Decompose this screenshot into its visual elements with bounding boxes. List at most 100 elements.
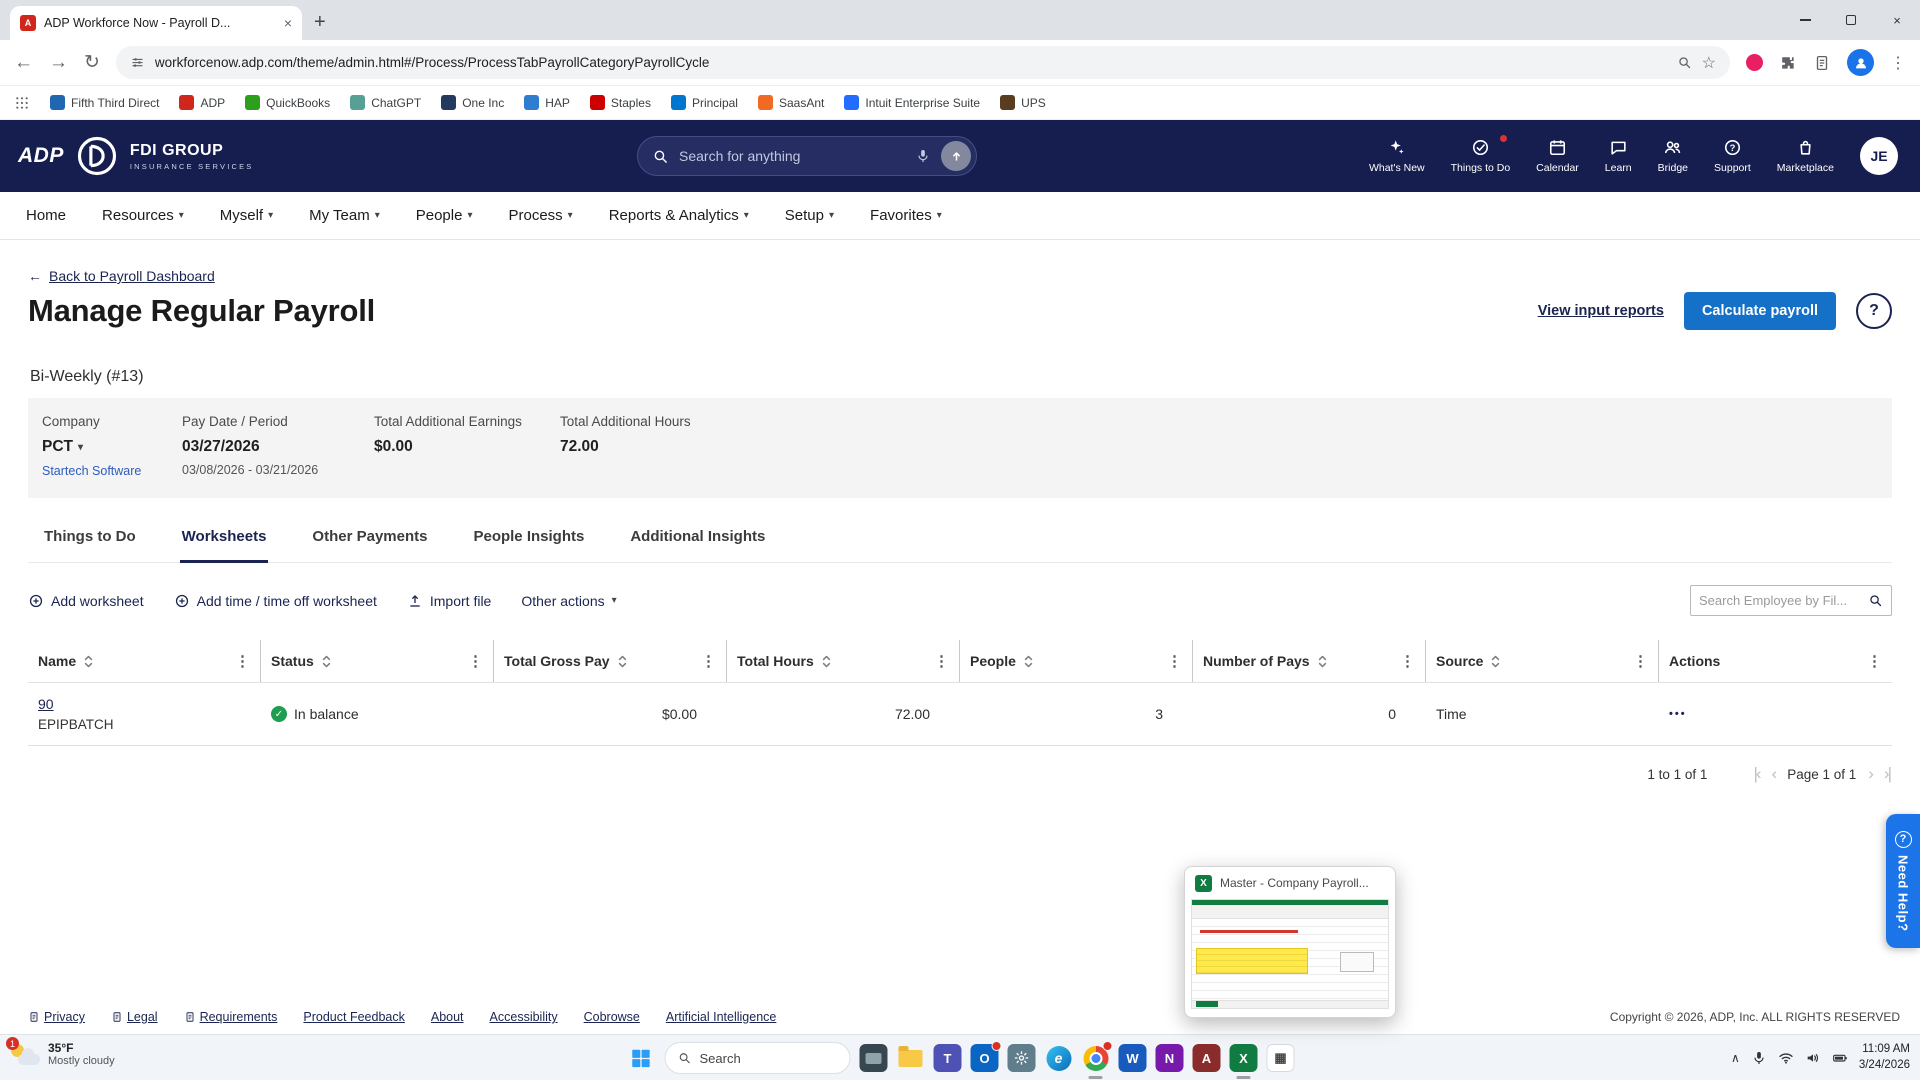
sort-icon[interactable]	[1317, 654, 1328, 669]
column-header-actions[interactable]: Actions⋮	[1659, 640, 1892, 682]
window-close-button[interactable]: ×	[1874, 0, 1920, 40]
chrome-icon[interactable]	[1082, 1044, 1110, 1072]
footer-link-privacy[interactable]: Privacy	[28, 1010, 85, 1024]
excel-preview-popup[interactable]: X Master - Company Payroll...	[1184, 866, 1396, 1018]
column-header-source[interactable]: Source⋮	[1426, 640, 1659, 682]
browser-forward-button[interactable]: →	[49, 52, 68, 74]
sort-icon[interactable]	[1490, 654, 1501, 669]
column-menu-icon[interactable]: ⋮	[1400, 652, 1415, 670]
bookmark-one-inc[interactable]: One Inc	[441, 95, 504, 110]
global-search[interactable]	[637, 136, 977, 176]
calendar-button[interactable]: Calendar	[1536, 138, 1579, 174]
add-time-worksheet-button[interactable]: Add time / time off worksheet	[174, 593, 377, 609]
bookmark-principal[interactable]: Principal	[671, 95, 738, 110]
bookmark-fifth-third-direct[interactable]: Fifth Third Direct	[50, 95, 159, 110]
sort-icon[interactable]	[1023, 654, 1034, 669]
sort-icon[interactable]	[321, 654, 332, 669]
zoom-icon[interactable]	[1677, 55, 1692, 70]
sort-icon[interactable]	[821, 654, 832, 669]
access-icon[interactable]: A	[1193, 1044, 1221, 1072]
teams-icon[interactable]: T	[934, 1044, 962, 1072]
need-help-tab[interactable]: ? Need Help?	[1886, 814, 1920, 948]
things-to-do-button[interactable]: Things to Do	[1451, 138, 1511, 174]
search-icon[interactable]	[1868, 593, 1883, 608]
sort-icon[interactable]	[83, 654, 94, 669]
column-header-name[interactable]: Name⋮	[28, 640, 261, 682]
nav-item-process[interactable]: Process▾	[508, 207, 572, 224]
browser-profile-avatar[interactable]	[1847, 49, 1874, 76]
nav-item-myself[interactable]: Myself▾	[220, 207, 273, 224]
calculator-icon[interactable]: ▦	[1267, 1044, 1295, 1072]
tab-worksheets[interactable]: Worksheets	[180, 528, 269, 563]
first-page-button[interactable]: |‹	[1753, 764, 1759, 784]
start-button[interactable]	[626, 1043, 656, 1073]
footer-link-cobrowse[interactable]: Cobrowse	[584, 1010, 640, 1024]
search-submit-button[interactable]	[941, 141, 971, 171]
global-search-input[interactable]	[679, 148, 905, 164]
column-header-total-hours[interactable]: Total Hours⋮	[727, 640, 960, 682]
tab-things-to-do[interactable]: Things to Do	[42, 528, 138, 562]
tab-people-insights[interactable]: People Insights	[471, 528, 586, 562]
support-button[interactable]: Support	[1714, 138, 1751, 174]
tray-expand-icon[interactable]: ∧	[1731, 1051, 1740, 1065]
back-to-payroll-dashboard-link[interactable]: Back to Payroll Dashboard	[49, 268, 215, 284]
browser-panel-icon[interactable]	[1813, 54, 1831, 72]
bookmark-hap[interactable]: HAP	[524, 95, 570, 110]
company-link[interactable]: Startech Software	[42, 464, 182, 478]
calculate-payroll-button[interactable]: Calculate payroll	[1684, 292, 1836, 330]
nav-item-my-team[interactable]: My Team▾	[309, 207, 380, 224]
apps-grid-icon[interactable]	[14, 95, 30, 111]
outlook-icon[interactable]: O	[971, 1044, 999, 1072]
nav-item-reports-analytics[interactable]: Reports & Analytics▾	[609, 207, 749, 224]
add-worksheet-button[interactable]: Add worksheet	[28, 593, 144, 609]
column-menu-icon[interactable]: ⋮	[1167, 652, 1182, 670]
browser-tab[interactable]: A ADP Workforce Now - Payroll D... ×	[10, 6, 302, 40]
footer-link-accessibility[interactable]: Accessibility	[490, 1010, 558, 1024]
tab-other-payments[interactable]: Other Payments	[310, 528, 429, 562]
nav-item-favorites[interactable]: Favorites▾	[870, 207, 942, 224]
site-info-icon[interactable]	[130, 55, 145, 70]
last-page-button[interactable]: ›|	[1884, 764, 1890, 784]
footer-link-legal[interactable]: Legal	[111, 1010, 158, 1024]
nav-item-home[interactable]: Home	[26, 207, 66, 224]
excel-icon[interactable]: X	[1230, 1044, 1258, 1072]
footer-link-about[interactable]: About	[431, 1010, 464, 1024]
tab-close-icon[interactable]: ×	[284, 15, 292, 31]
settings-icon[interactable]	[1008, 1044, 1036, 1072]
word-icon[interactable]: W	[1119, 1044, 1147, 1072]
mic-icon[interactable]	[1751, 1050, 1767, 1066]
pinned-extension-icon[interactable]	[1746, 54, 1763, 71]
column-header-status[interactable]: Status⋮	[261, 640, 494, 682]
employee-search-input[interactable]	[1699, 593, 1862, 608]
sort-icon[interactable]	[617, 654, 628, 669]
browser-back-button[interactable]: ←	[14, 52, 33, 74]
column-header-total-gross-pay[interactable]: Total Gross Pay⋮	[494, 640, 727, 682]
previous-page-button[interactable]: ‹	[1772, 764, 1776, 784]
column-menu-icon[interactable]: ⋮	[235, 652, 250, 670]
bookmark-quickbooks[interactable]: QuickBooks	[245, 95, 330, 110]
footer-link-artificial-intelligence[interactable]: Artificial Intelligence	[666, 1010, 776, 1024]
footer-link-requirements[interactable]: Requirements	[184, 1010, 278, 1024]
other-actions-dropdown[interactable]: Other actions▾	[521, 593, 616, 609]
wifi-icon[interactable]	[1778, 1050, 1794, 1066]
bookmark-intuit-enterprise-suite[interactable]: Intuit Enterprise Suite	[844, 95, 980, 110]
bookmark-star-icon[interactable]: ☆	[1702, 53, 1716, 73]
remote-desktop-icon[interactable]	[860, 1044, 888, 1072]
battery-icon[interactable]	[1832, 1050, 1848, 1066]
bookmark-adp[interactable]: ADP	[179, 95, 225, 110]
bridge-button[interactable]: Bridge	[1658, 138, 1688, 174]
user-avatar[interactable]: JE	[1860, 137, 1898, 175]
whats-new-button[interactable]: What's New	[1369, 138, 1425, 174]
weather-widget[interactable]: 1 35°F Mostly cloudy	[10, 1040, 115, 1068]
url-text[interactable]: workforcenow.adp.com/theme/admin.html#/P…	[155, 55, 1667, 70]
column-menu-icon[interactable]: ⋮	[701, 652, 716, 670]
column-menu-icon[interactable]: ⋮	[934, 652, 949, 670]
column-header-number-of-pays[interactable]: Number of Pays⋮	[1193, 640, 1426, 682]
address-bar[interactable]: workforcenow.adp.com/theme/admin.html#/P…	[116, 46, 1730, 79]
bookmark-ups[interactable]: UPS	[1000, 95, 1046, 110]
window-minimize-button[interactable]	[1782, 0, 1828, 40]
onenote-icon[interactable]: N	[1156, 1044, 1184, 1072]
extensions-puzzle-icon[interactable]	[1779, 54, 1797, 72]
browser-reload-button[interactable]: ↻	[84, 51, 100, 74]
column-menu-icon[interactable]: ⋮	[1633, 652, 1648, 670]
